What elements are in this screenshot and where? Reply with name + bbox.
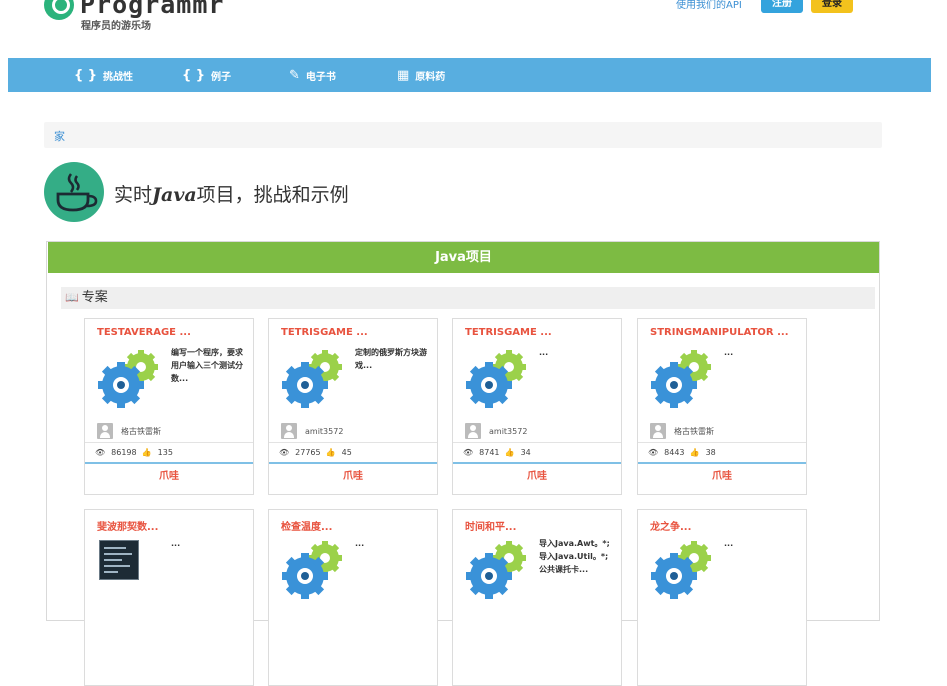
- likes-count: 45: [341, 448, 352, 457]
- breadcrumb-home[interactable]: 家: [54, 128, 65, 144]
- gear-icon: [97, 349, 163, 409]
- project-card[interactable]: 龙之争... ...: [637, 509, 807, 686]
- eye-icon: 👁: [279, 448, 290, 457]
- card-stats: 👁 86198 👍 135: [85, 442, 253, 464]
- card-title[interactable]: 斐波那契数...: [97, 518, 158, 533]
- logo-icon[interactable]: [44, 0, 74, 20]
- braces-icon: { }: [74, 67, 98, 83]
- card-description: ...: [539, 348, 549, 357]
- nav-label: 电子书: [305, 71, 336, 83]
- likes-count: 38: [705, 448, 716, 457]
- card-title[interactable]: TESTAVERAGE ...: [97, 327, 191, 338]
- main-nav: { } 挑战性 { } 例子 ✎ 电子书 ▦ 原料药: [8, 58, 931, 92]
- project-card[interactable]: STRINGMANIPULATOR ... ... 格古铁雷斯 👁 8443 👍 3…: [637, 318, 807, 495]
- avatar: [97, 423, 113, 439]
- card-title[interactable]: STRINGMANIPULATOR ...: [650, 327, 789, 338]
- register-button[interactable]: 注册: [761, 0, 803, 13]
- card-stats: 👁 8443 👍 38: [638, 442, 806, 464]
- site-header: Programmr 程序员的游乐场 使用我们的API 注册 登录: [0, 0, 947, 58]
- card-description: 导入Java.Awt。*; 导入Java.Util。*; 公共课托卡...: [539, 539, 610, 574]
- thumbs-up-icon: 👍: [504, 448, 515, 457]
- card-title[interactable]: 龙之争...: [650, 518, 691, 533]
- card-language-link[interactable]: 爪哇: [453, 466, 621, 488]
- nav-challenges[interactable]: { } 挑战性: [74, 58, 133, 92]
- views-count: 27765: [295, 448, 321, 457]
- eye-icon: 👁: [95, 448, 106, 457]
- card-description: ...: [724, 539, 734, 548]
- card-author[interactable]: amit3572: [465, 423, 527, 439]
- page-title: 实时Java项目，挑战和示例: [114, 184, 349, 206]
- card-language-link[interactable]: 爪哇: [269, 466, 437, 488]
- api-link[interactable]: 使用我们的API: [676, 0, 742, 11]
- nav-api[interactable]: ▦ 原料药: [397, 58, 445, 92]
- gear-icon: [281, 349, 347, 409]
- gear-icon: [281, 540, 347, 600]
- views-count: 8443: [664, 448, 685, 457]
- views-count: 86198: [111, 448, 137, 457]
- card-title[interactable]: TETRISGAME ...: [465, 327, 552, 338]
- likes-count: 34: [520, 448, 531, 457]
- card-description: 定制的俄罗斯方块游戏...: [355, 348, 427, 370]
- thumbs-up-icon: 👍: [325, 448, 336, 457]
- card-title[interactable]: TETRISGAME ...: [281, 327, 368, 338]
- card-stats: 👁 8741 👍 34: [453, 442, 621, 464]
- gear-icon: [650, 540, 716, 600]
- card-description: 编写一个程序，要求用户输入三个测试分数...: [171, 348, 243, 383]
- api-icon: ▦: [397, 67, 410, 83]
- nav-examples[interactable]: { } 例子: [182, 58, 231, 92]
- card-language-link[interactable]: 爪哇: [638, 466, 806, 488]
- thumbs-up-icon: 👍: [141, 448, 152, 457]
- breadcrumb: 家: [44, 122, 882, 148]
- card-title[interactable]: 时间和平...: [465, 518, 516, 533]
- avatar: [650, 423, 666, 439]
- avatar: [465, 423, 481, 439]
- nav-label: 例子: [211, 71, 232, 83]
- card-author[interactable]: 格古铁雷斯: [650, 423, 714, 439]
- java-cup-icon: [44, 162, 104, 222]
- card-description: ...: [171, 539, 181, 548]
- project-card[interactable]: TETRISGAME ... 定制的俄罗斯方块游戏... amit3572 👁 2…: [268, 318, 438, 495]
- eye-icon: 👁: [648, 448, 659, 457]
- card-author[interactable]: 格古铁雷斯: [97, 423, 161, 439]
- braces-icon: { }: [182, 67, 206, 83]
- project-card[interactable]: 时间和平... 导入Java.Awt。*; 导入Java.Util。*; 公共课…: [452, 509, 622, 686]
- section-heading: 📖 专案: [61, 287, 875, 309]
- card-author[interactable]: amit3572: [281, 423, 343, 439]
- card-language-link[interactable]: 爪哇: [85, 466, 253, 488]
- login-button[interactable]: 登录: [811, 0, 853, 13]
- terminal-thumbnail: [99, 540, 139, 580]
- thumbs-up-icon: 👍: [689, 448, 700, 457]
- gear-icon: [465, 540, 531, 600]
- nav-label: 挑战性: [103, 71, 134, 83]
- panel-heading: Java项目: [48, 242, 879, 273]
- gear-icon: [650, 349, 716, 409]
- avatar: [281, 423, 297, 439]
- book-icon: 📖: [65, 291, 79, 304]
- eye-icon: 👁: [463, 448, 474, 457]
- card-stats: 👁 27765 👍 45: [269, 442, 437, 464]
- card-title[interactable]: 检查温度...: [281, 518, 332, 533]
- book-icon: ✎: [289, 67, 300, 83]
- likes-count: 135: [157, 448, 173, 457]
- gear-icon: [465, 349, 531, 409]
- project-card[interactable]: TETRISGAME ... ... amit3572 👁 8741 👍 34 爪哇: [452, 318, 622, 495]
- views-count: 8741: [479, 448, 500, 457]
- nav-ebooks[interactable]: ✎ 电子书: [289, 58, 336, 92]
- card-description: ...: [724, 348, 734, 357]
- project-card[interactable]: 检查温度... ...: [268, 509, 438, 686]
- logo-subtitle: 程序员的游乐场: [81, 21, 151, 32]
- card-description: ...: [355, 539, 365, 548]
- project-card[interactable]: TESTAVERAGE ... 编写一个程序，要求用户输入三个测试分数... 格…: [84, 318, 254, 495]
- nav-label: 原料药: [415, 71, 446, 83]
- project-card[interactable]: 斐波那契数... ...: [84, 509, 254, 686]
